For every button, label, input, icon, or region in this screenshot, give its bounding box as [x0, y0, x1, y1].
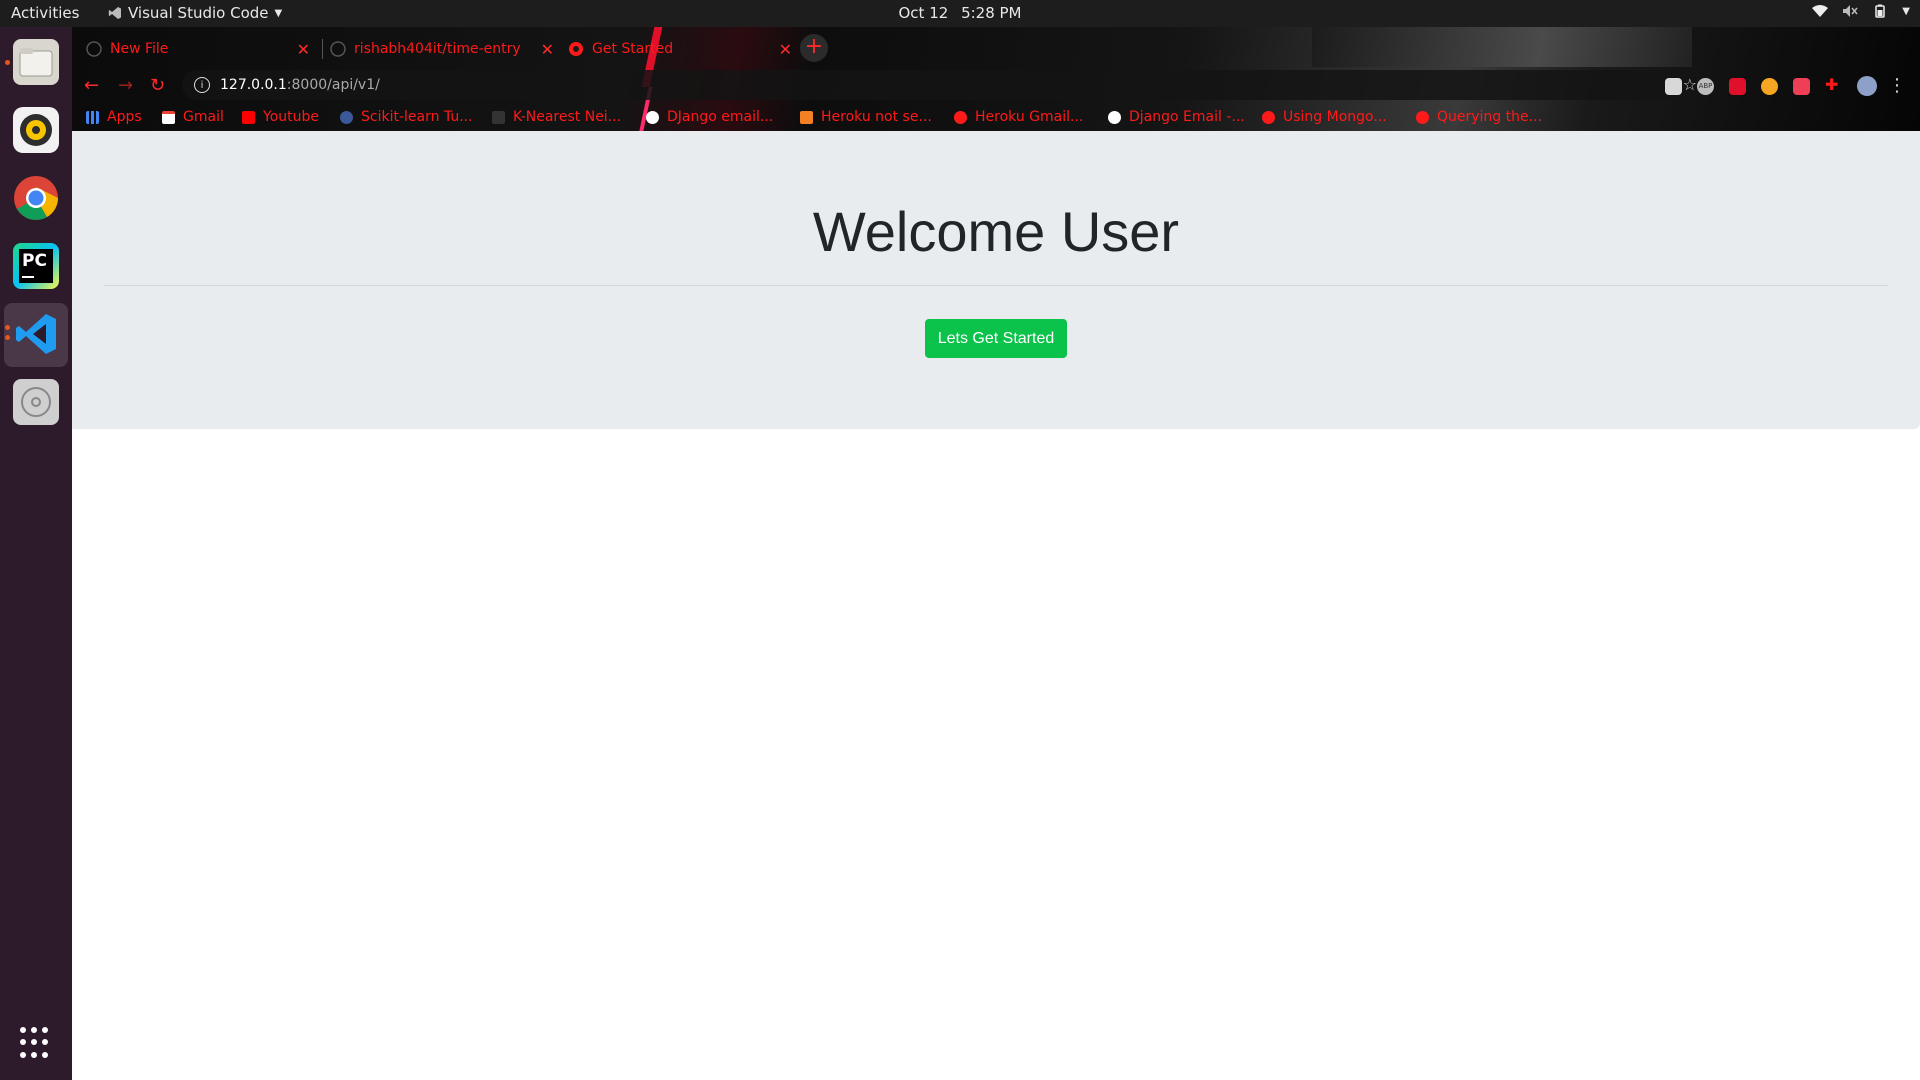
bookmark-label: Heroku Gmail... — [975, 109, 1084, 125]
google-icon — [646, 110, 659, 124]
close-icon[interactable]: ✕ — [297, 40, 310, 59]
navigation-bar: ← → ↻ i 127.0.0.1:8000/api/v1/ ☆ ABP ✚ ⋮ — [72, 67, 1920, 104]
running-indicator — [5, 335, 10, 340]
rhythmbox-icon[interactable] — [13, 107, 59, 153]
tab-title: Get Started — [592, 40, 674, 57]
globe-icon — [1262, 110, 1275, 124]
bookmark-youtube[interactable]: Youtube — [242, 109, 319, 125]
tab-separator — [322, 39, 323, 59]
bookmark-knn[interactable]: K-Nearest Nei... — [492, 109, 621, 125]
pocket-extension-icon[interactable] — [1793, 78, 1810, 95]
adblock-extension-icon[interactable]: ABP — [1697, 78, 1714, 95]
bookmark-django-email[interactable]: DJango email... — [646, 109, 773, 125]
bookmark-label: Gmail — [183, 109, 224, 125]
reload-icon[interactable]: ↻ — [150, 75, 165, 96]
page-title: Welcome User — [812, 200, 1180, 263]
back-arrow-icon[interactable]: ← — [84, 75, 99, 96]
vscode-icon[interactable] — [13, 311, 59, 357]
globe-icon — [954, 110, 967, 124]
stackoverflow-icon — [800, 110, 813, 124]
wifi-icon — [1812, 5, 1829, 17]
menu-dots-icon[interactable]: ⋮ — [1888, 75, 1906, 96]
bookmark-querying[interactable]: Querying the... — [1416, 109, 1542, 125]
tab-title: New File — [110, 40, 169, 57]
get-started-button[interactable]: Lets Get Started — [925, 319, 1067, 358]
tab-title: rishabh404it/time-entry — [354, 40, 521, 57]
theme-decoration — [1312, 27, 1692, 67]
disc-icon[interactable] — [13, 379, 59, 425]
url-host: 127.0.0.1 — [220, 77, 287, 93]
bookmark-heroku-gmail[interactable]: Heroku Gmail... — [954, 109, 1083, 125]
bookmark-star-icon[interactable]: ☆ — [1683, 75, 1697, 94]
dock: PC — [0, 27, 72, 1080]
system-top-bar: Activities Visual Studio Code ▼ Oct 12 5… — [0, 0, 1920, 27]
battery-icon — [1875, 4, 1886, 18]
bookmark-label: Apps — [107, 109, 142, 125]
bookmark-label: Scikit-learn Tu... — [361, 109, 473, 125]
address-bar[interactable]: i 127.0.0.1:8000/api/v1/ ☆ — [182, 70, 1707, 100]
system-tray[interactable]: ▼ — [1812, 4, 1910, 18]
clock[interactable]: Oct 12 5:28 PM — [0, 4, 1920, 22]
bookmark-apps[interactable]: Apps — [86, 109, 142, 125]
gmail-icon — [162, 110, 175, 124]
globe-icon — [569, 41, 583, 56]
clock-date: Oct 12 — [898, 4, 949, 22]
volume-muted-icon — [1843, 5, 1858, 17]
bookmark-label: Using Mongo... — [1283, 109, 1387, 125]
camera-extension-icon[interactable] — [1665, 78, 1682, 95]
new-tab-button[interactable]: + — [800, 34, 828, 62]
apps-grid-icon — [86, 110, 99, 124]
running-indicator — [5, 60, 10, 65]
running-indicator — [5, 325, 10, 330]
url-path: :8000/api/v1/ — [286, 77, 380, 93]
bookmark-label: Youtube — [263, 109, 319, 125]
chevron-down-icon: ▼ — [1902, 5, 1910, 17]
browser-chrome: New File ✕ rishabh404it/time-entry ✕ Get… — [72, 27, 1920, 131]
forward-arrow-icon[interactable]: → — [118, 75, 133, 96]
page-content: Welcome User Lets Get Started — [72, 131, 1920, 1080]
avatar[interactable] — [1857, 76, 1877, 96]
bookmarks-bar: Apps Gmail Youtube Scikit-learn Tu... K-… — [72, 104, 1920, 131]
extensions-puzzle-icon[interactable]: ✚ — [1825, 75, 1842, 94]
scikit-icon — [340, 110, 353, 124]
bookmark-gmail[interactable]: Gmail — [162, 109, 224, 125]
bookmark-using-mongo[interactable]: Using Mongo... — [1262, 109, 1387, 125]
extension-red-icon[interactable] — [1729, 78, 1746, 95]
jumbotron: Welcome User Lets Get Started — [72, 131, 1920, 429]
extension-face-icon[interactable] — [1761, 78, 1778, 95]
youtube-icon — [242, 110, 255, 124]
bookmark-label: K-Nearest Nei... — [513, 109, 622, 125]
bookmark-label: Heroku not se... — [821, 109, 932, 125]
clock-time: 5:28 PM — [961, 4, 1022, 22]
bookmark-scikit[interactable]: Scikit-learn Tu... — [340, 109, 473, 125]
bookmark-icon — [492, 110, 505, 124]
tab-new-file[interactable]: New File ✕ — [86, 31, 318, 66]
github-icon — [330, 40, 346, 57]
tab-get-started[interactable]: Get Started ✕ — [568, 31, 800, 66]
pycharm-icon[interactable]: PC — [13, 243, 59, 289]
close-icon[interactable]: ✕ — [541, 40, 554, 59]
github-icon — [86, 40, 102, 57]
show-applications-icon[interactable] — [20, 1027, 52, 1059]
files-icon[interactable] — [13, 39, 59, 85]
tab-time-entry[interactable]: rishabh404it/time-entry ✕ — [330, 31, 562, 66]
globe-icon — [1416, 110, 1429, 124]
close-icon[interactable]: ✕ — [779, 40, 792, 59]
divider — [104, 285, 1888, 286]
bookmark-label: Querying the... — [1437, 109, 1542, 125]
bookmark-label: Django Email -... — [1129, 109, 1245, 125]
google-icon — [1108, 110, 1121, 124]
chrome-icon[interactable] — [13, 175, 59, 221]
browser-window: New File ✕ rishabh404it/time-entry ✕ Get… — [72, 27, 1920, 1080]
info-icon[interactable]: i — [194, 77, 210, 93]
bookmark-label: DJango email... — [667, 109, 774, 125]
bookmark-heroku-not[interactable]: Heroku not se... — [800, 109, 932, 125]
bookmark-django-email-2[interactable]: Django Email -... — [1108, 109, 1245, 125]
